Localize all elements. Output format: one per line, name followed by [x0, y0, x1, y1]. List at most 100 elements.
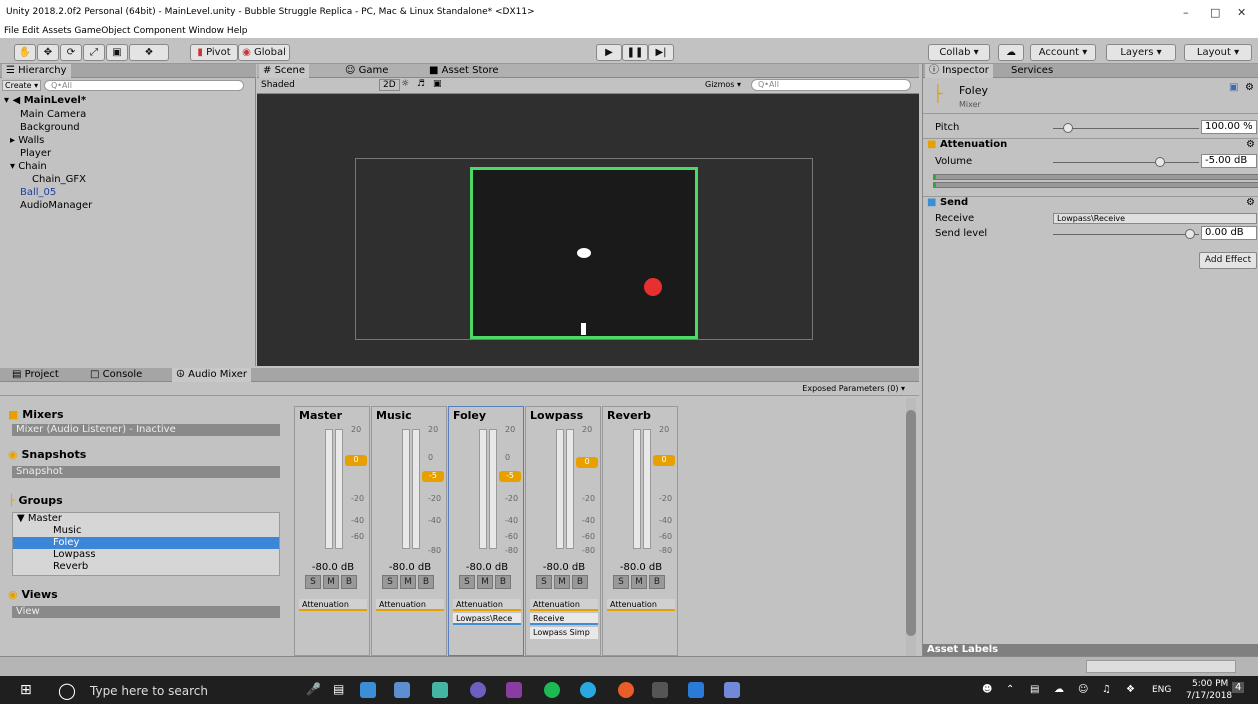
channel-strip-reverb[interactable]: Reverb 0 20 -20 -40 -60 -80 -80.0 dB S M… — [602, 406, 678, 656]
notification-icon[interactable]: 4 — [1232, 682, 1245, 693]
menu-window[interactable]: Window — [189, 26, 225, 36]
global-button[interactable]: ◉ Global — [238, 44, 290, 61]
tab-inspector[interactable]: ⓘ Inspector — [925, 64, 993, 78]
discord-icon[interactable] — [724, 682, 740, 698]
group-item[interactable]: Music — [13, 525, 279, 537]
pitch-slider-knob[interactable] — [1063, 123, 1073, 133]
mute-button[interactable]: M — [631, 575, 647, 589]
group-item[interactable]: Lowpass — [13, 549, 279, 561]
visual-studio-icon[interactable] — [506, 682, 522, 698]
list-item[interactable]: ▾ Chain — [0, 160, 256, 173]
effect-slot[interactable]: Attenuation — [376, 599, 444, 611]
volume-badge[interactable]: 0 — [653, 455, 675, 466]
move-tool-icon[interactable]: ✥ — [37, 44, 59, 61]
effects-icon[interactable]: ▣ — [433, 79, 442, 89]
onedrive-icon[interactable]: ☁ — [1054, 684, 1064, 695]
spotify-icon[interactable] — [544, 682, 560, 698]
tab-console[interactable]: □ Console — [86, 368, 146, 382]
send-level-field[interactable]: 0.00 dB — [1201, 226, 1257, 240]
menu-component[interactable]: Component — [133, 26, 185, 36]
effect-slot[interactable]: Attenuation — [607, 599, 675, 611]
volume-slider[interactable] — [1053, 162, 1199, 163]
effect-slot[interactable]: Lowpass\Rece — [453, 613, 521, 625]
mixer-scrollbar[interactable] — [906, 398, 916, 656]
list-item[interactable]: Player — [0, 147, 256, 160]
scale-tool-icon[interactable]: ⤢ — [83, 44, 105, 61]
chevron-up-icon[interactable]: ⌃ — [1006, 684, 1014, 695]
audio-icon[interactable]: ♬ — [417, 79, 425, 89]
menu-gameobject[interactable]: GameObject — [74, 26, 130, 36]
tab-project[interactable]: ▤ Project — [8, 368, 63, 382]
menu-assets[interactable]: Assets — [42, 26, 71, 36]
list-item[interactable]: AudioManager — [0, 199, 256, 212]
solo-button[interactable]: S — [613, 575, 629, 589]
eclipse-icon[interactable] — [470, 682, 486, 698]
menu-file[interactable]: File — [4, 26, 19, 36]
solo-button[interactable]: S — [459, 575, 475, 589]
rotate-tool-icon[interactable]: ⟳ — [60, 44, 82, 61]
list-item[interactable]: Chain_GFX — [0, 173, 256, 186]
snapshot-item[interactable]: Snapshot — [12, 466, 280, 478]
tab-asset-store[interactable]: ■ Asset Store — [425, 64, 503, 78]
taskbar-search-input[interactable]: Type here to search — [90, 684, 208, 698]
transform-tool-icon[interactable]: ❖ — [129, 44, 169, 61]
steam-icon[interactable] — [394, 682, 410, 698]
view-item[interactable]: View — [12, 606, 280, 618]
volume-icon[interactable]: ♫ — [1102, 684, 1111, 695]
volume-badge[interactable]: -5 — [422, 471, 444, 482]
pause-icon[interactable]: ❚❚ — [622, 44, 648, 61]
effect-slot[interactable]: Lowpass Simp — [530, 627, 598, 639]
maximize-icon[interactable]: □ — [1210, 6, 1220, 19]
solo-button[interactable]: S — [536, 575, 552, 589]
add-effect-button[interactable]: Add Effect — [1199, 252, 1257, 269]
tab-hierarchy[interactable]: ☰ Hierarchy — [2, 64, 71, 78]
mute-button[interactable]: M — [477, 575, 493, 589]
solo-button[interactable]: S — [305, 575, 321, 589]
pitch-slider[interactable] — [1053, 128, 1199, 129]
volume-badge[interactable]: 0 — [576, 457, 598, 468]
effect-slot[interactable]: Attenuation — [530, 599, 598, 611]
layout-button[interactable]: Layout ▾ — [1184, 44, 1252, 61]
mute-button[interactable]: M — [400, 575, 416, 589]
channel-strip-music[interactable]: Music -5 20 0 -20 -40 -80 -80.0 dB S M B… — [371, 406, 447, 656]
unity-hub-icon[interactable] — [432, 682, 448, 698]
task-view-icon[interactable]: ▤ — [333, 682, 344, 696]
group-item[interactable]: Reverb — [13, 561, 279, 573]
exposed-parameters-dropdown[interactable]: Exposed Parameters (0) ▾ — [802, 384, 905, 393]
tab-game[interactable]: ☺ Game — [341, 64, 392, 78]
channel-strip-lowpass[interactable]: Lowpass 0 20 -20 -40 -60 -80 -80.0 dB S … — [525, 406, 601, 656]
list-item[interactable]: ▸ Walls — [0, 134, 256, 147]
search-icon[interactable]: ◯ — [58, 681, 76, 700]
chrome-icon[interactable] — [618, 682, 634, 698]
rect-tool-icon[interactable]: ▣ — [106, 44, 128, 61]
bypass-button[interactable]: B — [495, 575, 511, 589]
menu-help[interactable]: Help — [227, 26, 248, 36]
asset-labels-input[interactable] — [1086, 660, 1236, 673]
collab-button[interactable]: Collab ▾ — [928, 44, 990, 61]
list-item[interactable]: Main Camera — [0, 108, 256, 121]
bypass-button[interactable]: B — [418, 575, 434, 589]
effect-slot[interactable]: Receive — [530, 613, 598, 625]
asset-labels-header[interactable]: Asset Labels — [923, 644, 1258, 656]
mixer-item[interactable]: Mixer (Audio Listener) - Inactive — [12, 424, 280, 436]
windows-start-icon[interactable]: ⊞ — [20, 682, 32, 698]
channel-strip-foley[interactable]: Foley -5 20 0 -20 -40 -60 -80 -80.0 dB S… — [448, 406, 524, 656]
step-icon[interactable]: ▶| — [648, 44, 674, 61]
tab-audio-mixer[interactable]: ☮ Audio Mixer — [172, 368, 252, 382]
layers-button[interactable]: Layers ▾ — [1106, 44, 1176, 61]
mute-button[interactable]: M — [554, 575, 570, 589]
language-indicator[interactable]: ENG — [1152, 685, 1171, 695]
solo-button[interactable]: S — [382, 575, 398, 589]
pivot-button[interactable]: ▮ Pivot — [190, 44, 238, 61]
dropbox-icon[interactable]: ❖ — [1126, 684, 1135, 695]
channel-strip-master[interactable]: Master 0 20 -20 -40 -60 -80.0 dB S M B A… — [294, 406, 370, 656]
volume-slider-knob[interactable] — [1155, 157, 1165, 167]
ball-sprite[interactable] — [644, 278, 662, 296]
lighting-icon[interactable]: ☼ — [401, 79, 409, 89]
close-icon[interactable]: ✕ — [1237, 6, 1246, 19]
send-header[interactable]: ■ Send ⚙ — [923, 196, 1258, 210]
receive-dropdown[interactable]: Lowpass\Receive — [1053, 213, 1257, 224]
minimize-icon[interactable]: – — [1183, 6, 1189, 19]
tab-services[interactable]: Services — [1007, 64, 1057, 78]
gizmos-dropdown[interactable]: Gizmos ▾ — [705, 80, 741, 89]
